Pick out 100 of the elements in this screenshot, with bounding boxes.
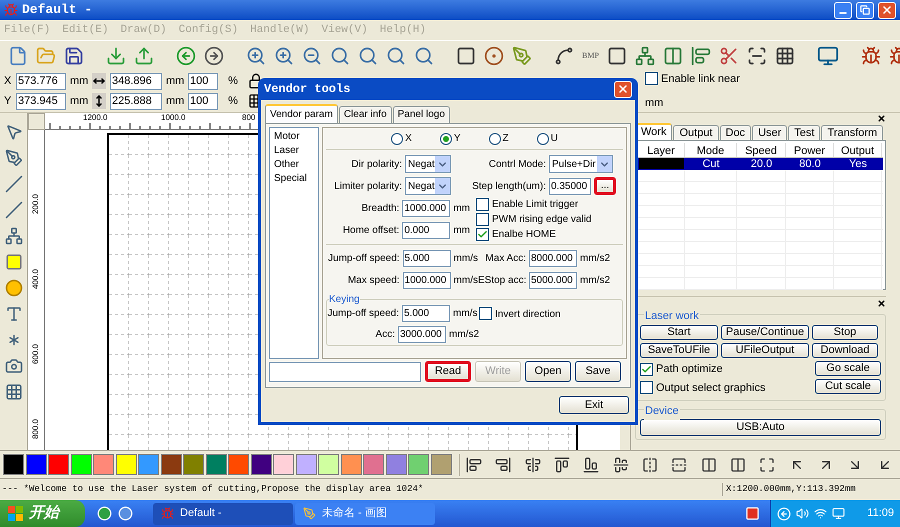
close-button[interactable] <box>614 80 632 98</box>
button[interactable]: Download <box>812 343 878 358</box>
color-swatch[interactable] <box>3 454 24 475</box>
dropdown[interactable]: Negat <box>405 177 451 195</box>
line-icon[interactable] <box>4 175 22 193</box>
button[interactable]: Cut scale <box>815 379 881 394</box>
square-icon[interactable] <box>606 46 627 66</box>
camera-icon[interactable] <box>4 357 22 375</box>
list-item[interactable]: Other <box>274 158 314 172</box>
maximize-icon[interactable] <box>759 456 776 472</box>
input-field[interactable]: 100 <box>188 92 218 110</box>
browser-icon[interactable] <box>97 506 112 521</box>
color-swatch[interactable] <box>228 454 249 475</box>
scissors-icon[interactable] <box>718 46 739 66</box>
list-item[interactable]: Special <box>274 172 314 186</box>
color-swatch[interactable] <box>138 454 159 475</box>
zoom-in-icon[interactable] <box>246 46 266 66</box>
radio-button[interactable] <box>488 132 500 144</box>
radio-button[interactable] <box>536 132 549 144</box>
input-field[interactable]: 0.35000 <box>549 178 591 194</box>
checkbox[interactable] <box>479 307 492 320</box>
nodes-icon[interactable] <box>634 46 655 66</box>
button[interactable]: Go scale <box>815 361 881 376</box>
color-swatch[interactable] <box>93 454 114 475</box>
text-icon[interactable] <box>4 305 22 323</box>
checkbox[interactable] <box>476 212 489 226</box>
input-field[interactable]: 5.000 <box>402 305 450 322</box>
pen-icon[interactable] <box>512 46 532 66</box>
taskbar-button[interactable]: Default - <box>153 502 293 524</box>
display-icon[interactable] <box>832 507 845 520</box>
bmp-button[interactable]: BMP <box>582 50 599 62</box>
list-item[interactable]: Motor <box>274 130 314 144</box>
color-swatch[interactable] <box>386 454 406 475</box>
line-icon[interactable] <box>4 201 22 219</box>
rectangle-icon[interactable] <box>4 253 22 271</box>
input-field[interactable]: 373.945 <box>16 92 66 110</box>
align-left-icon[interactable] <box>466 456 482 472</box>
tab[interactable]: Test <box>788 125 820 140</box>
input-field[interactable]: 8000.000 <box>529 250 577 266</box>
search-icon[interactable] <box>414 46 434 66</box>
grid-array-icon[interactable] <box>4 383 22 401</box>
button[interactable]: Pause/Continue <box>721 325 809 340</box>
save-icon[interactable] <box>64 46 84 66</box>
input-field[interactable] <box>269 362 421 382</box>
arrow-right-circle-icon[interactable] <box>204 46 224 66</box>
tab[interactable]: Transform <box>821 125 884 140</box>
restore-button[interactable] <box>856 2 874 18</box>
ellipse-icon[interactable] <box>4 279 22 297</box>
flip-vertical-icon[interactable] <box>671 456 688 472</box>
color-swatch[interactable] <box>363 454 384 475</box>
tab[interactable]: Panel logo <box>392 106 450 123</box>
color-swatch[interactable] <box>430 454 452 475</box>
button[interactable]: UFileOutput <box>721 343 809 358</box>
list-item[interactable]: Laser <box>274 144 314 158</box>
align-right-icon[interactable] <box>495 456 512 472</box>
input-field[interactable]: 1000.000 <box>402 272 451 288</box>
input-field[interactable]: 5000.000 <box>529 272 577 288</box>
color-swatch[interactable] <box>408 454 429 475</box>
button[interactable]: Start <box>640 325 718 340</box>
button[interactable]: Read <box>425 361 471 382</box>
color-swatch[interactable] <box>160 454 182 475</box>
align-top-icon[interactable] <box>554 456 570 472</box>
polyline-icon[interactable] <box>4 227 22 245</box>
color-swatch[interactable] <box>340 454 362 475</box>
grid-icon[interactable] <box>774 46 795 66</box>
square-icon[interactable] <box>456 46 476 66</box>
arrow-left-circle-icon[interactable] <box>176 46 196 66</box>
input-field[interactable]: 0.000 <box>402 222 450 238</box>
browser-icon[interactable] <box>118 506 133 521</box>
minimize-button[interactable] <box>834 2 852 18</box>
checkbox[interactable] <box>640 362 653 376</box>
upload-icon[interactable] <box>134 46 154 66</box>
align-center-icon[interactable] <box>524 456 541 472</box>
align-bottom-icon[interactable] <box>583 456 600 472</box>
scan-icon[interactable] <box>746 46 767 66</box>
tab[interactable]: Clear info <box>338 106 392 123</box>
dropdown[interactable]: Pulse+Dir <box>549 155 613 173</box>
radio-button[interactable] <box>391 132 404 144</box>
close-button[interactable] <box>878 2 896 18</box>
input-field[interactable]: 1000.000 <box>402 200 450 216</box>
bug-icon[interactable] <box>860 46 881 66</box>
curve-icon[interactable] <box>554 46 574 66</box>
input-field[interactable]: 225.888 <box>110 92 162 110</box>
align-icon[interactable] <box>690 46 711 66</box>
checkbox[interactable] <box>476 198 489 210</box>
color-swatch[interactable] <box>26 454 46 475</box>
tray-expand-icon[interactable] <box>777 506 791 520</box>
color-swatch[interactable] <box>70 454 92 475</box>
tab[interactable]: Output <box>673 125 718 140</box>
close-icon[interactable] <box>877 114 886 122</box>
volume-icon[interactable] <box>796 507 809 520</box>
color-swatch[interactable] <box>250 454 272 475</box>
tray-app-icon[interactable] <box>745 506 760 521</box>
input-field[interactable]: 100 <box>188 72 218 90</box>
search-icon[interactable] <box>330 46 350 66</box>
input-field[interactable]: 573.776 <box>16 72 66 90</box>
input-field[interactable]: 348.896 <box>110 72 162 90</box>
tab[interactable]: Work <box>635 123 672 140</box>
input-field[interactable]: 5.000 <box>402 250 451 266</box>
zoom-out-icon[interactable] <box>302 46 322 66</box>
